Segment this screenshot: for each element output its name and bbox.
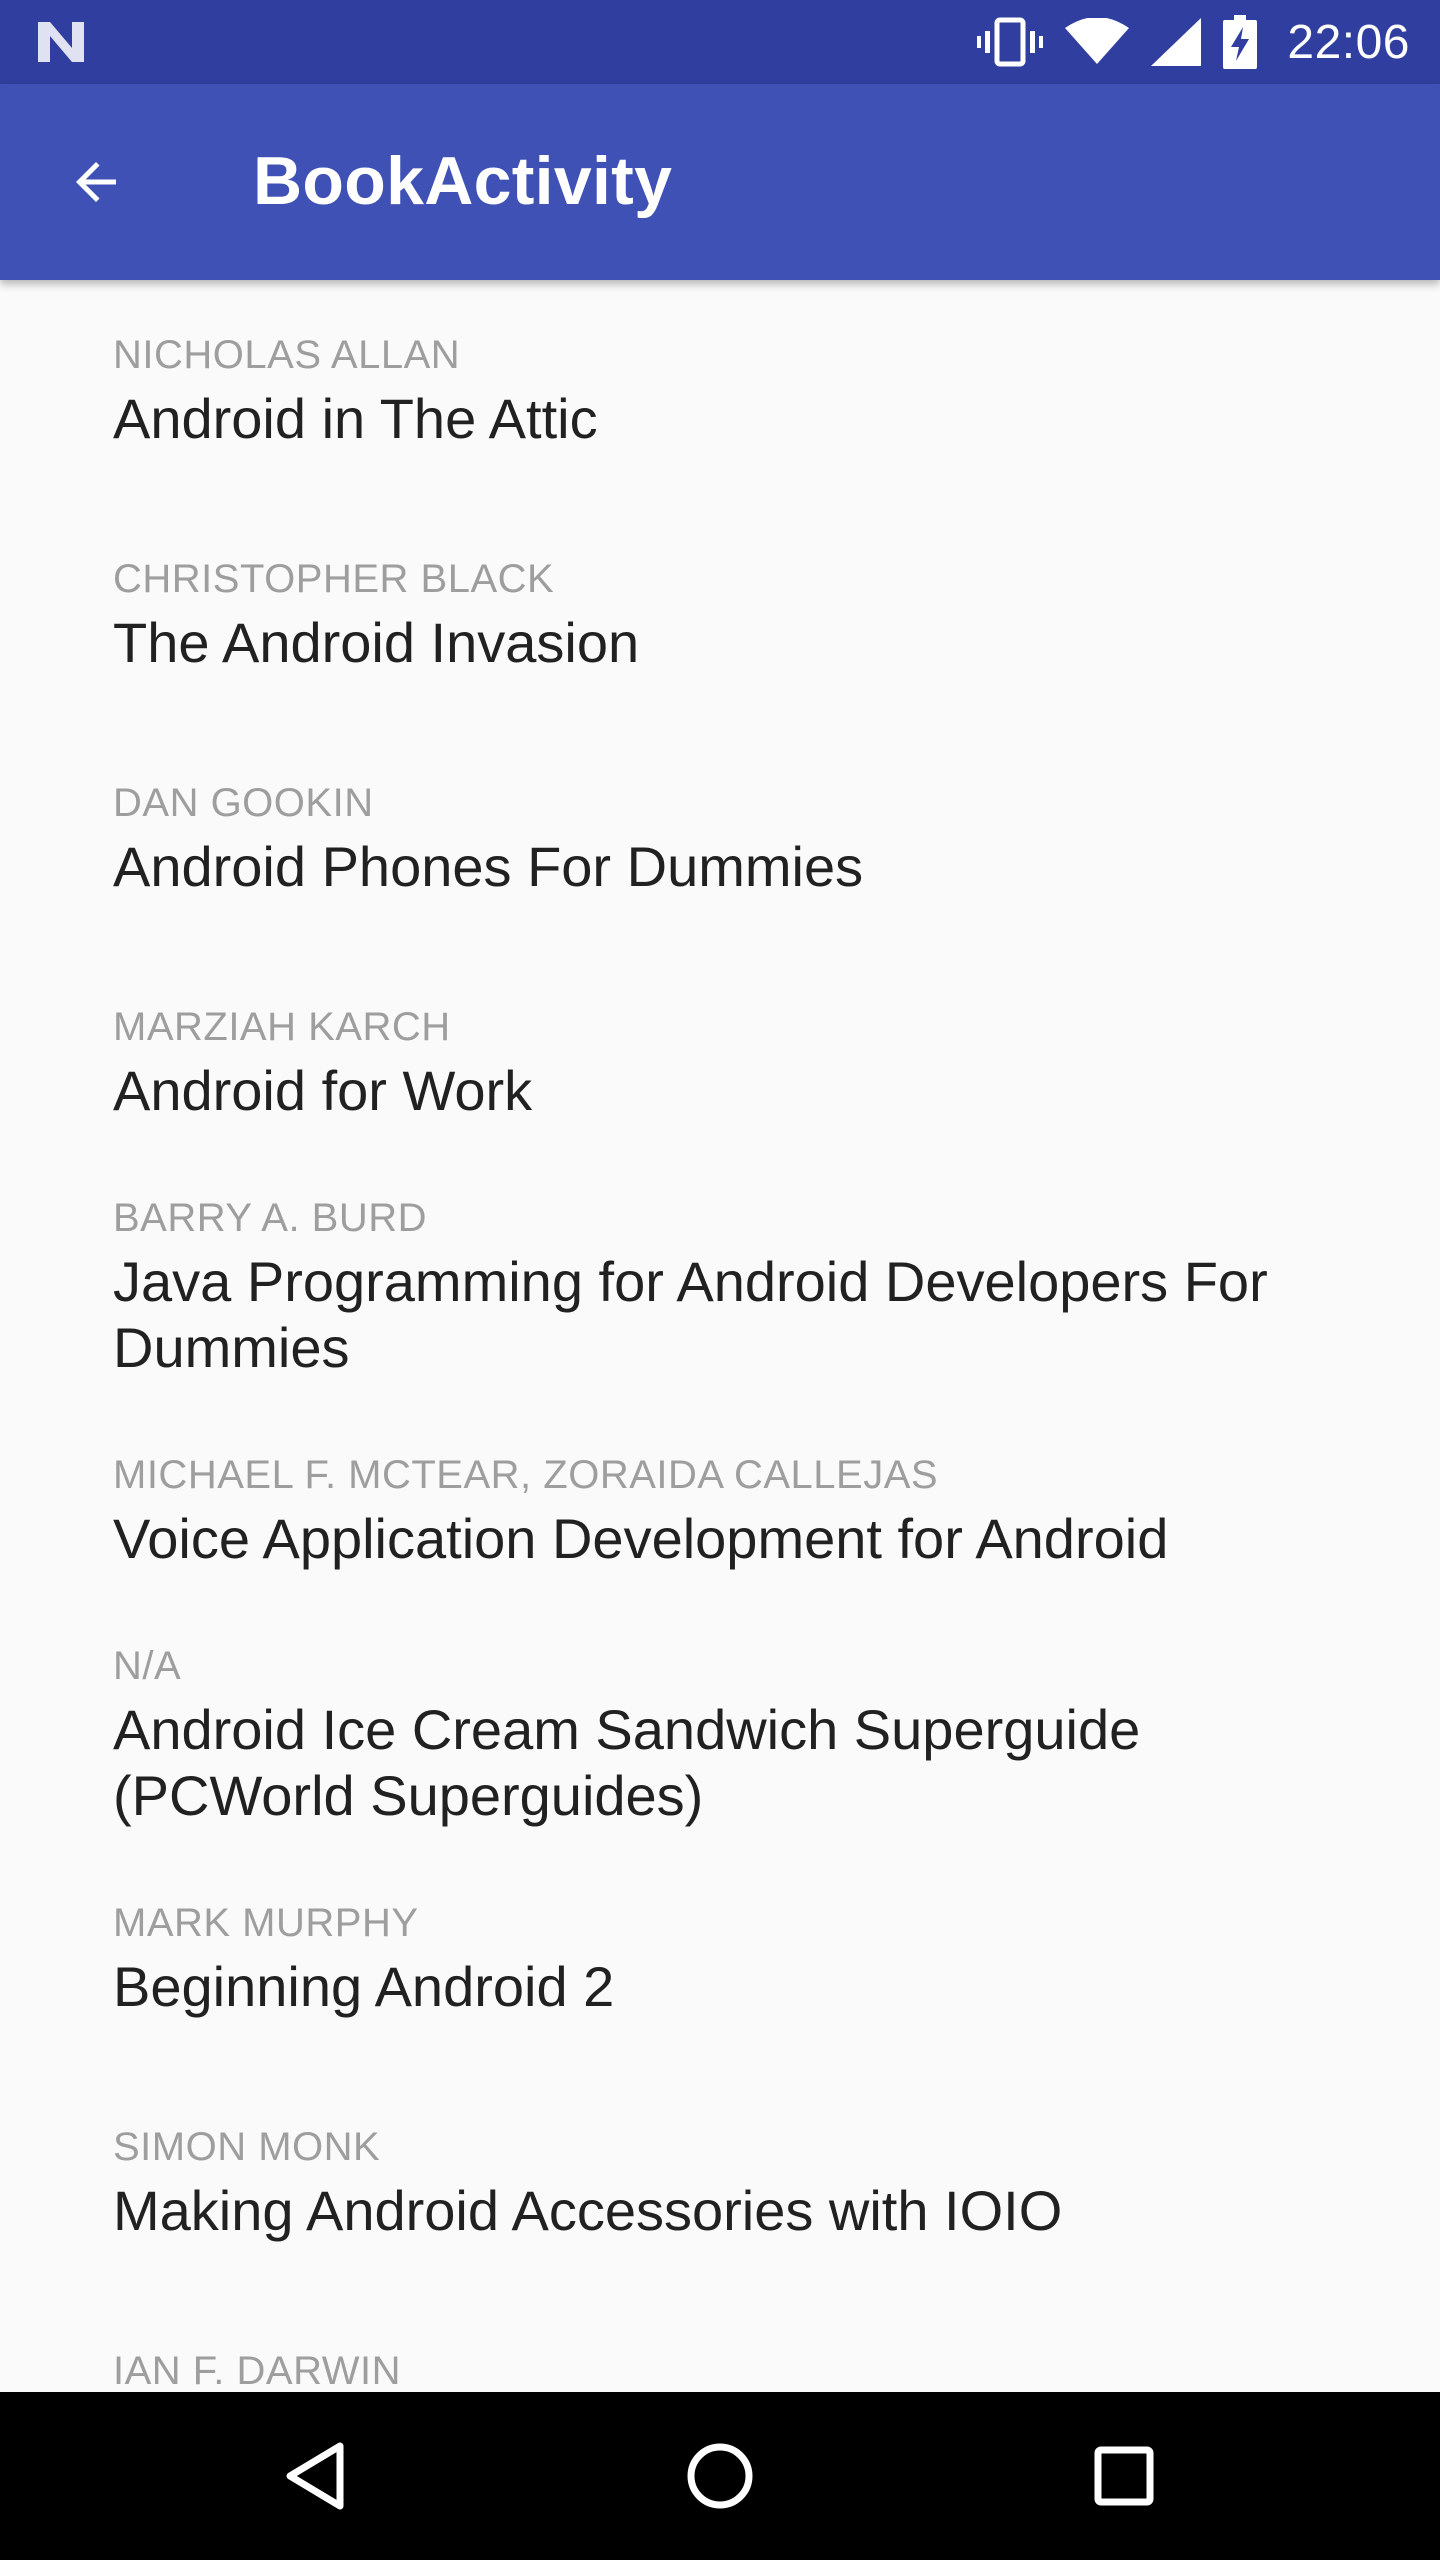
- list-item[interactable]: Ian F. Darwin: [0, 2346, 1440, 2392]
- status-bar: 22:06: [0, 0, 1440, 84]
- book-title: The Android Invasion: [113, 611, 640, 674]
- page-title: BookActivity: [253, 143, 673, 219]
- book-title: Android for Work: [113, 1059, 533, 1122]
- arrow-back-icon: [76, 162, 116, 202]
- back-triangle-icon: [286, 2442, 344, 2510]
- list-item[interactable]: Barry A. Burd Java Programming for Andro…: [0, 1193, 1440, 1381]
- book-author: N/A: [113, 1644, 182, 1688]
- wifi-icon: [1065, 18, 1130, 64]
- status-time: 22:06: [1287, 15, 1410, 69]
- book-author: Christopher Black: [113, 557, 555, 601]
- vibrate-icon: [977, 17, 1044, 67]
- book-title: Android Phones For Dummies: [113, 835, 864, 898]
- list-item[interactable]: N/A Android Ice Cream Sandwich Superguid…: [0, 1641, 1440, 1829]
- list-item[interactable]: Michael F. McTear, Zoraida Callejas Voic…: [0, 1450, 1440, 1572]
- navigation-bar: [0, 2392, 1440, 2560]
- book-author: Simon Monk: [113, 2125, 381, 2169]
- nav-recents-button[interactable]: [1064, 2416, 1184, 2536]
- list-item[interactable]: Dan Gookin Android Phones For Dummies: [0, 778, 1440, 900]
- back-button[interactable]: [48, 134, 144, 230]
- book-title: Making Android Accessories with IOIO: [113, 2179, 1063, 2242]
- book-title: Android in The Attic: [113, 387, 598, 450]
- list-item[interactable]: Nicholas Allan Android in The Attic: [0, 330, 1440, 452]
- book-list[interactable]: Nicholas Allan Android in The Attic Chri…: [0, 280, 1440, 2392]
- book-title: Java Programming for Android Developers …: [113, 1250, 1268, 1379]
- notification-n-icon: [38, 22, 84, 62]
- book-author: Barry A. Burd: [113, 1196, 428, 1240]
- list-item[interactable]: Christopher Black The Android Invasion: [0, 554, 1440, 676]
- home-circle-icon: [687, 2443, 753, 2509]
- recents-square-icon: [1094, 2446, 1154, 2506]
- cell-signal-icon: [1151, 18, 1202, 66]
- nav-home-button[interactable]: [660, 2416, 780, 2536]
- book-author: Marziah Karch: [113, 1005, 451, 1049]
- book-title: Beginning Android 2: [113, 1955, 615, 2018]
- list-item[interactable]: Mark Murphy Beginning Android 2: [0, 1898, 1440, 2020]
- app-bar: BookActivity: [0, 84, 1440, 280]
- book-author: Nicholas Allan: [113, 333, 461, 377]
- book-title: Android Ice Cream Sandwich Superguide (P…: [113, 1698, 1141, 1827]
- list-item[interactable]: Simon Monk Making Android Accessories wi…: [0, 2122, 1440, 2244]
- book-author: Ian F. Darwin: [113, 2349, 402, 2392]
- book-author: Michael F. McTear, Zoraida Callejas: [113, 1453, 939, 1497]
- nav-back-button[interactable]: [256, 2416, 376, 2536]
- book-title: Voice Application Development for Androi…: [113, 1507, 1169, 1570]
- battery-charging-icon: [1223, 15, 1258, 69]
- list-item[interactable]: Marziah Karch Android for Work: [0, 1002, 1440, 1124]
- book-author: Mark Murphy: [113, 1901, 419, 1945]
- book-author: Dan Gookin: [113, 781, 374, 825]
